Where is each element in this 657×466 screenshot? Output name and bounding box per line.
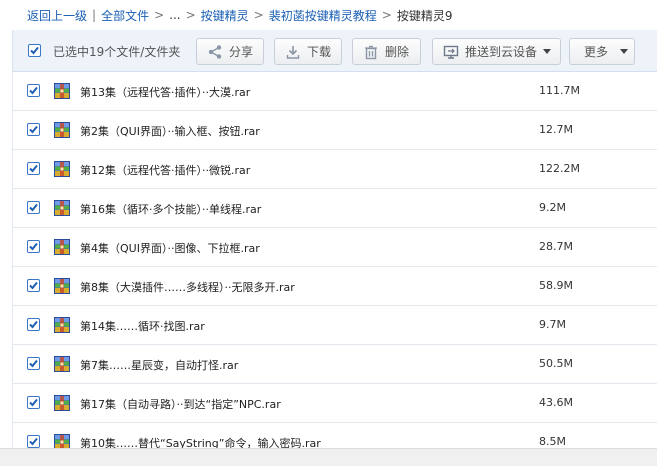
file-size: 50.5M (539, 357, 573, 370)
toolbar: 已选中19个文件/文件夹 分享 下载 删除 推送到云设备 更多 (12, 30, 657, 72)
file-name[interactable]: 第14集……循环·找图.rar (80, 318, 205, 334)
row-checkbox[interactable] (27, 240, 40, 253)
row-checkbox[interactable] (27, 318, 40, 331)
file-name[interactable]: 第7集……星辰变，自动打怪.rar (80, 357, 238, 373)
row-checkbox[interactable] (27, 357, 40, 370)
check-icon (29, 359, 38, 368)
row-checkbox[interactable] (27, 123, 40, 136)
file-row[interactable]: 第7集……星辰变，自动打怪.rar 50.5M (13, 345, 657, 384)
file-size: 9.7M (539, 318, 566, 331)
file-name[interactable]: 第13集（远程代答·插件）··大漠.rar (80, 84, 250, 100)
file-row[interactable]: 第14集……循环·找图.rar 9.7M (13, 306, 657, 345)
check-icon (29, 320, 38, 329)
download-button[interactable]: 下载 (274, 38, 342, 65)
push-label: 推送到云设备 (465, 45, 538, 59)
rar-archive-icon (54, 434, 70, 448)
check-icon (29, 86, 38, 95)
file-list: 第13集（远程代答·插件）··大漠.rar 111.7M 第2集（QUI界面）··输… (12, 72, 657, 448)
file-row[interactable]: 第13集（远程代答·插件）··大漠.rar 111.7M (13, 72, 657, 111)
check-icon (29, 437, 38, 446)
breadcrumb-separator: > (185, 8, 196, 22)
file-size: 43.6M (539, 396, 573, 409)
file-row[interactable]: 第10集……替代“SayString”命令，输入密码.rar 8.5M (13, 423, 657, 448)
check-icon (30, 46, 39, 55)
row-checkbox[interactable] (27, 162, 40, 175)
breadcrumb-separator: > (253, 8, 264, 22)
check-icon (29, 398, 38, 407)
file-row[interactable]: 第16集（循环·多个技能）··单线程.rar 9.2M (13, 189, 657, 228)
rar-archive-icon (54, 356, 70, 372)
file-size: 28.7M (539, 240, 573, 253)
download-icon (285, 44, 301, 60)
rar-archive-icon (54, 239, 70, 255)
file-row[interactable]: 第17集（自动寻路）··到达“指定”NPC.rar 43.6M (13, 384, 657, 423)
check-icon (29, 125, 38, 134)
share-label: 分享 (229, 45, 254, 59)
more-button[interactable]: 更多 (569, 38, 635, 65)
breadcrumb-separator: | (92, 8, 97, 22)
rar-archive-icon (54, 395, 70, 411)
file-size: 12.7M (539, 123, 573, 136)
rar-archive-icon (54, 200, 70, 216)
chevron-down-icon (543, 49, 552, 54)
rar-archive-icon (54, 122, 70, 138)
breadcrumb: 返回上一级 | 全部文件 > ... > 按键精灵 > 裴初菡按键精灵教程 > … (0, 0, 657, 30)
file-name[interactable]: 第4集（QUI界面）··图像、下拉框.rar (80, 240, 260, 256)
file-size: 8.5M (539, 435, 566, 448)
file-size: 9.2M (539, 201, 566, 214)
breadcrumb-current: 按键精灵9 (396, 8, 453, 23)
breadcrumb-ellipsis[interactable]: ... (169, 8, 180, 22)
breadcrumb-separator: > (154, 8, 165, 22)
file-name[interactable]: 第2集（QUI界面）··输入框、按钮.rar (80, 123, 260, 139)
horizontal-scrollbar[interactable] (0, 448, 657, 466)
row-checkbox[interactable] (27, 84, 40, 97)
cloud-device-icon (443, 44, 459, 60)
file-size: 111.7M (539, 84, 580, 97)
row-checkbox[interactable] (27, 435, 40, 448)
file-name[interactable]: 第17集（自动寻路）··到达“指定”NPC.rar (80, 396, 281, 412)
file-name[interactable]: 第12集（远程代答·插件）··微锐.rar (80, 162, 250, 178)
back-link[interactable]: 返回上一级 (27, 7, 87, 24)
rar-archive-icon (54, 278, 70, 294)
delete-label: 删除 (385, 45, 410, 59)
chevron-down-icon (620, 49, 629, 54)
file-row[interactable]: 第12集（远程代答·插件）··微锐.rar 122.2M (13, 150, 657, 189)
push-to-cloud-device-button[interactable]: 推送到云设备 (432, 38, 561, 65)
delete-button[interactable]: 删除 (352, 38, 421, 65)
rar-archive-icon (54, 161, 70, 177)
check-icon (29, 242, 38, 251)
file-size: 122.2M (539, 162, 580, 175)
file-name[interactable]: 第16集（循环·多个技能）··单线程.rar (80, 201, 261, 217)
file-row[interactable]: 第8集（大漠插件……多线程）··无限多开.rar 58.9M (13, 267, 657, 306)
select-all-checkbox[interactable] (28, 44, 41, 57)
file-row[interactable]: 第2集（QUI界面）··输入框、按钮.rar 12.7M (13, 111, 657, 150)
more-label: 更多 (584, 45, 609, 59)
share-icon (207, 44, 223, 60)
check-icon (29, 203, 38, 212)
check-icon (29, 164, 38, 173)
file-row[interactable]: 第4集（QUI界面）··图像、下拉框.rar 28.7M (13, 228, 657, 267)
row-checkbox[interactable] (27, 279, 40, 292)
breadcrumb-item[interactable]: 按键精灵 (201, 7, 249, 24)
rar-archive-icon (54, 83, 70, 99)
file-name[interactable]: 第10集……替代“SayString”命令，输入密码.rar (80, 435, 321, 448)
breadcrumb-separator: > (381, 8, 392, 22)
selection-count: 已选中19个文件/文件夹 (53, 45, 181, 59)
download-label: 下载 (307, 45, 332, 59)
rar-archive-icon (54, 317, 70, 333)
share-button[interactable]: 分享 (196, 38, 264, 65)
file-size: 58.9M (539, 279, 573, 292)
check-icon (29, 281, 38, 290)
row-checkbox[interactable] (27, 396, 40, 409)
all-files-link[interactable]: 全部文件 (101, 7, 149, 24)
breadcrumb-item[interactable]: 裴初菡按键精灵教程 (269, 7, 377, 24)
file-name[interactable]: 第8集（大漠插件……多线程）··无限多开.rar (80, 279, 295, 295)
trash-icon (363, 44, 379, 60)
row-checkbox[interactable] (27, 201, 40, 214)
